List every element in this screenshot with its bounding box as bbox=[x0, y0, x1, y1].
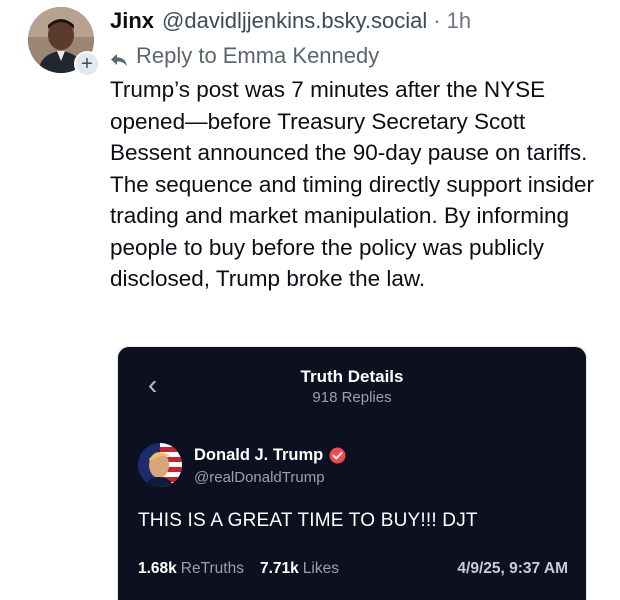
embed-post-date: 4/9/25, 9:37 AM bbox=[457, 560, 568, 577]
reply-arrow-icon bbox=[110, 48, 128, 66]
post-body: Trump’s post was 7 minutes after the NYS… bbox=[110, 77, 595, 291]
reply-prefix: Reply to bbox=[136, 43, 217, 68]
post-header: Jinx @davidljjenkins.bsky.social · 1h bbox=[110, 8, 471, 38]
embed-author-name: Donald J. Trump bbox=[194, 446, 324, 464]
embed-author-avatar bbox=[138, 443, 182, 487]
retruths-count: 1.68k bbox=[138, 560, 177, 577]
likes-count: 7.71k bbox=[259, 560, 299, 577]
reply-to-name[interactable]: Emma Kennedy bbox=[223, 43, 380, 69]
retruths-label: ReTruths bbox=[180, 560, 244, 577]
embed-author-handle: @realDonaldTrump bbox=[194, 469, 325, 486]
embedded-screenshot[interactable]: ‹ Truth Details 918 Replies Donald J. Tr… bbox=[117, 346, 587, 600]
reply-context[interactable]: Reply to Emma Kennedy bbox=[110, 42, 379, 70]
embed-post-text: THIS IS A GREAT TIME TO BUY!!! DJT bbox=[138, 510, 478, 531]
embed-stats: 1.68k ReTruths 7.71k Likes bbox=[138, 560, 355, 578]
verified-badge-icon bbox=[329, 447, 346, 464]
embed-title: Truth Details bbox=[300, 367, 404, 386]
likes-label: Likes bbox=[302, 560, 339, 577]
embed-author-row: Donald J. Trump bbox=[194, 446, 346, 465]
author-name[interactable]: Jinx bbox=[110, 8, 154, 34]
separator-dot: · bbox=[433, 8, 441, 33]
post-timestamp[interactable]: 1h bbox=[447, 8, 471, 34]
embed-reply-count: 918 Replies bbox=[312, 389, 392, 406]
author-handle[interactable]: @davidljjenkins.bsky.social bbox=[162, 8, 427, 34]
plus-icon: + bbox=[81, 53, 93, 75]
follow-button[interactable]: + bbox=[74, 51, 100, 77]
author-avatar-container[interactable]: + bbox=[28, 7, 100, 77]
